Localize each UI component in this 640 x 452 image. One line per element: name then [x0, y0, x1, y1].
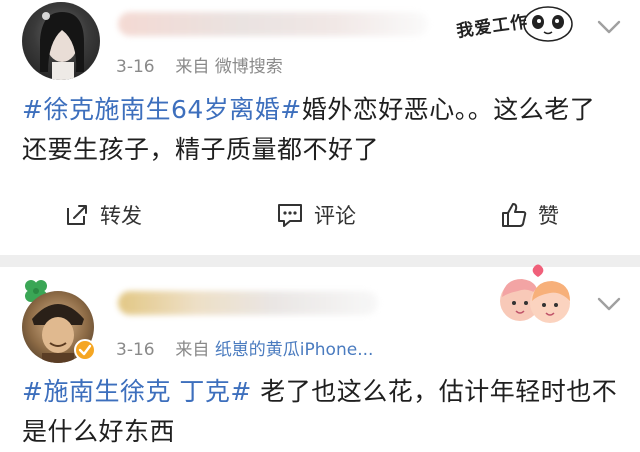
source-prefix: 来自: [175, 340, 210, 360]
comment-button[interactable]: 评论: [276, 192, 356, 238]
post-content: #徐克施南生64岁离婚#婚外恋好恶心。。这么老了还要生孩子，精子质量都不好了: [22, 90, 620, 170]
source-prefix: 来自: [175, 57, 210, 77]
like-icon: [500, 201, 528, 229]
action-bar: 转发 评论 赞: [0, 192, 640, 238]
hashtag-link[interactable]: #徐克施南生64岁离婚#: [22, 95, 302, 124]
verified-badge-icon: [74, 339, 96, 361]
weibo-comment-2: 3-16 来自 纸崽的黄瓜iPhone... #施南生徐克 丁克# 老了也这么花…: [0, 264, 640, 446]
hashtag-link[interactable]: #施南生徐克 丁克#: [22, 377, 252, 406]
weibo-comment-1: 我爱工作 3-16 来自 微博搜索 #徐克施南生64岁离婚#婚外恋好恶心。。这么…: [0, 0, 640, 255]
repost-icon: [64, 202, 90, 228]
chevron-down-icon[interactable]: [596, 18, 622, 40]
post-content: #施南生徐克 丁克# 老了也这么花，估计年轻时也不是什么好东西: [22, 372, 620, 452]
avatar-photo-icon: [40, 12, 84, 80]
avatar[interactable]: [22, 2, 100, 80]
post-meta: 3-16 来自 微博搜索: [116, 52, 283, 77]
source-name[interactable]: 微博搜索: [215, 57, 283, 77]
post-date: 3-16: [116, 57, 155, 77]
comment-label: 评论: [314, 204, 356, 228]
chevron-down-icon[interactable]: [596, 295, 622, 317]
author-name-blurred[interactable]: [118, 291, 378, 315]
post-date: 3-16: [116, 340, 155, 360]
panda-sticker-icon: [520, 2, 576, 42]
source-name[interactable]: 纸崽的黄瓜iPhone...: [215, 340, 374, 360]
like-label: 赞: [538, 204, 559, 228]
author-name-blurred[interactable]: [118, 12, 428, 36]
like-button[interactable]: 赞: [500, 192, 559, 238]
repost-label: 转发: [100, 204, 142, 228]
couple-sticker-icon: [494, 261, 578, 333]
comment-icon: [276, 202, 304, 228]
sticker-caption: 我爱工作: [455, 12, 530, 42]
post-meta: 3-16 来自 纸崽的黄瓜iPhone...: [116, 335, 373, 360]
repost-button[interactable]: 转发: [64, 192, 142, 238]
